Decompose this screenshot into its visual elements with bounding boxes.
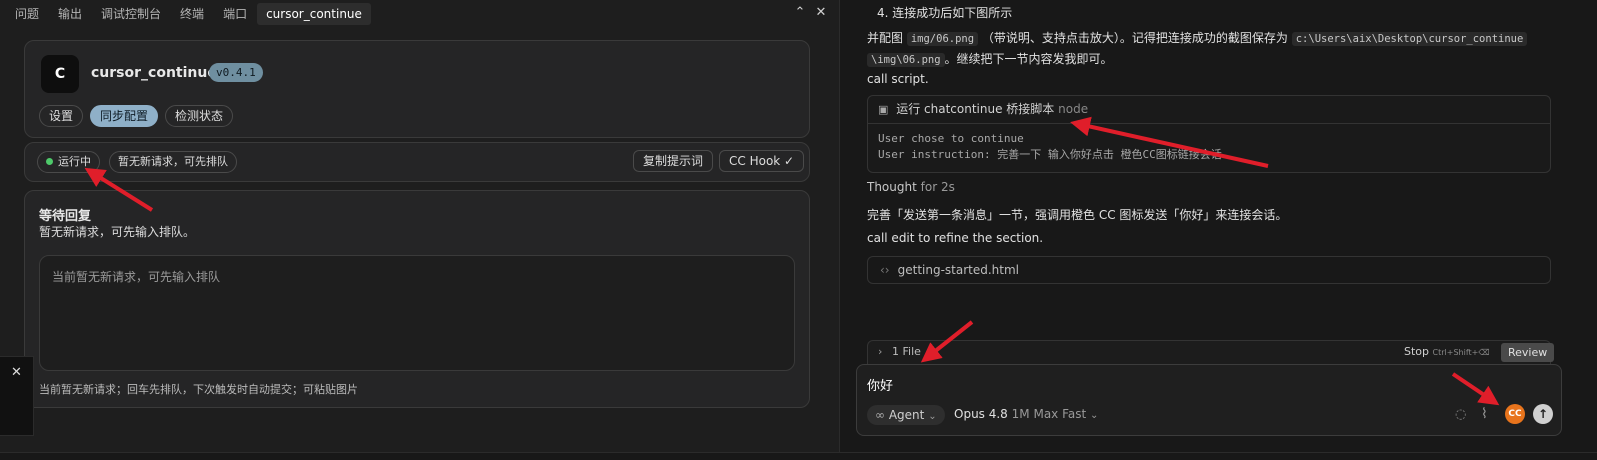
call-script-text: call script. [867, 72, 929, 86]
version-badge: v0.4.1 [209, 63, 263, 82]
chat-composer: 你好 ∞ Agent ⌄ Opus 4.8 1M Max Fast ⌄ ◌ ⌇ … [856, 364, 1562, 436]
inline-code: c:\Users\aix\Desktop\cursor_continue [1291, 32, 1528, 46]
settings-button[interactable]: 设置 [39, 105, 84, 127]
command-block: ▣ 运行 chatcontinue 桥接脚本 node User chose t… [867, 95, 1551, 173]
thought-label[interactable]: Thought for 2s [867, 180, 955, 194]
cc-connect-button[interactable]: CC [1505, 404, 1525, 424]
panel-tab-bar: 问题 输出 调试控制台 终端 端口 cursor_continue [0, 0, 840, 28]
copy-prompt-button[interactable]: 复制提示词 [633, 150, 714, 172]
tab-cursor-continue[interactable]: cursor_continue [257, 3, 371, 25]
chevron-down-icon: ⌄ [928, 411, 937, 422]
close-icon[interactable]: ✕ [811, 3, 831, 23]
tab-ports[interactable]: 端口 [214, 3, 256, 25]
loading-spinner-icon: ◌ [1455, 407, 1467, 422]
chevron-right-icon[interactable]: › [878, 345, 882, 358]
edited-file-chip[interactable]: ‹› getting-started.html [867, 256, 1551, 284]
extension-header-card: C cursor_continue v0.4.1 设置 同步配置 检测状态 [24, 40, 810, 138]
stop-button[interactable]: Stop Ctrl+Shift+⌫ [1404, 345, 1490, 358]
sync-config-button[interactable]: 同步配置 [90, 105, 159, 127]
status-bar [0, 452, 1597, 460]
command-output-line: User instruction: 完善一下 输入你好点击 橙色CC图标链接会话 [878, 148, 1222, 161]
waiting-subtitle: 暂无新请求，可先输入排队。 [39, 225, 196, 239]
floating-toolbar: ✕ [0, 356, 34, 436]
queue-hint: 当前暂无新请求；回车先排队，下次触发时自动提交；可粘贴图片 [39, 383, 358, 396]
close-icon[interactable]: ✕ [11, 365, 22, 380]
waiting-title: 等待回复 [39, 209, 92, 224]
extension-name: cursor_continue [91, 65, 217, 81]
waiting-reply-card: 等待回复 暂无新请求，可先输入排队。 当前暂无新请求；回车先排队，下次触发时自动… [24, 190, 810, 408]
call-edit-text: call edit to refine the section. [867, 231, 1044, 245]
infinity-icon: ∞ [875, 408, 885, 422]
paperclip-icon[interactable]: ⌇ [1481, 406, 1488, 422]
review-button[interactable]: Review [1501, 343, 1555, 362]
queue-status-badge: 暂无新请求，可先排队 [109, 151, 237, 173]
agent-mode-selector[interactable]: ∞ Agent ⌄ [867, 405, 945, 425]
tab-debug-console[interactable]: 调试控制台 [92, 3, 170, 25]
inline-code: \img\06.png [867, 53, 945, 67]
command-output-line: User chose to continue [878, 132, 1024, 145]
files-count[interactable]: 1 File [892, 345, 921, 358]
summary-text: 完善「发送第一条消息」一节，强调用橙色 CC 图标发送「你好」来连接会话。 [867, 208, 1288, 222]
running-dot-icon [46, 157, 53, 165]
queue-input[interactable] [39, 255, 795, 371]
chat-panel: 4. 连接成功后如下图所示 并配图 img/06.png （带说明、支持点击放大… [841, 0, 1597, 452]
inline-code: img/06.png [906, 32, 979, 46]
changed-files-bar: › 1 File Stop Ctrl+Shift+⌫ Review [867, 340, 1555, 364]
terminal-icon: ▣ [878, 103, 889, 116]
tab-output[interactable]: 输出 [49, 3, 91, 25]
chevron-up-icon[interactable]: ⌃ [790, 3, 810, 23]
cc-hook-button[interactable]: CC Hook ✓ [719, 150, 805, 172]
step-heading: 4. 连接成功后如下图所示 [877, 6, 1013, 20]
command-header[interactable]: ▣ 运行 chatcontinue 桥接脚本 node [868, 96, 1550, 124]
tab-problems[interactable]: 问题 [6, 3, 48, 25]
send-arrow-icon[interactable]: ↑ [1533, 404, 1553, 424]
extension-logo: C [41, 55, 79, 93]
detect-status-button[interactable]: 检测状态 [165, 105, 234, 127]
code-icon: ‹› [880, 263, 890, 277]
chevron-down-icon: ⌄ [1090, 410, 1099, 421]
tab-terminal[interactable]: 终端 [171, 3, 213, 25]
status-card: 运行中 暂无新请求，可先排队 复制提示词 CC Hook ✓ [24, 142, 810, 182]
extension-panel: 问题 输出 调试控制台 终端 端口 cursor_continue ⌃ ✕ C … [0, 0, 840, 452]
chat-paragraph: 并配图 img/06.png （带说明、支持点击放大）。记得把连接成功的截图保存… [867, 28, 1557, 70]
message-input[interactable]: 你好 [867, 375, 893, 394]
model-selector[interactable]: Opus 4.8 1M Max Fast ⌄ [954, 407, 1098, 421]
running-status-badge: 运行中 [37, 151, 100, 173]
